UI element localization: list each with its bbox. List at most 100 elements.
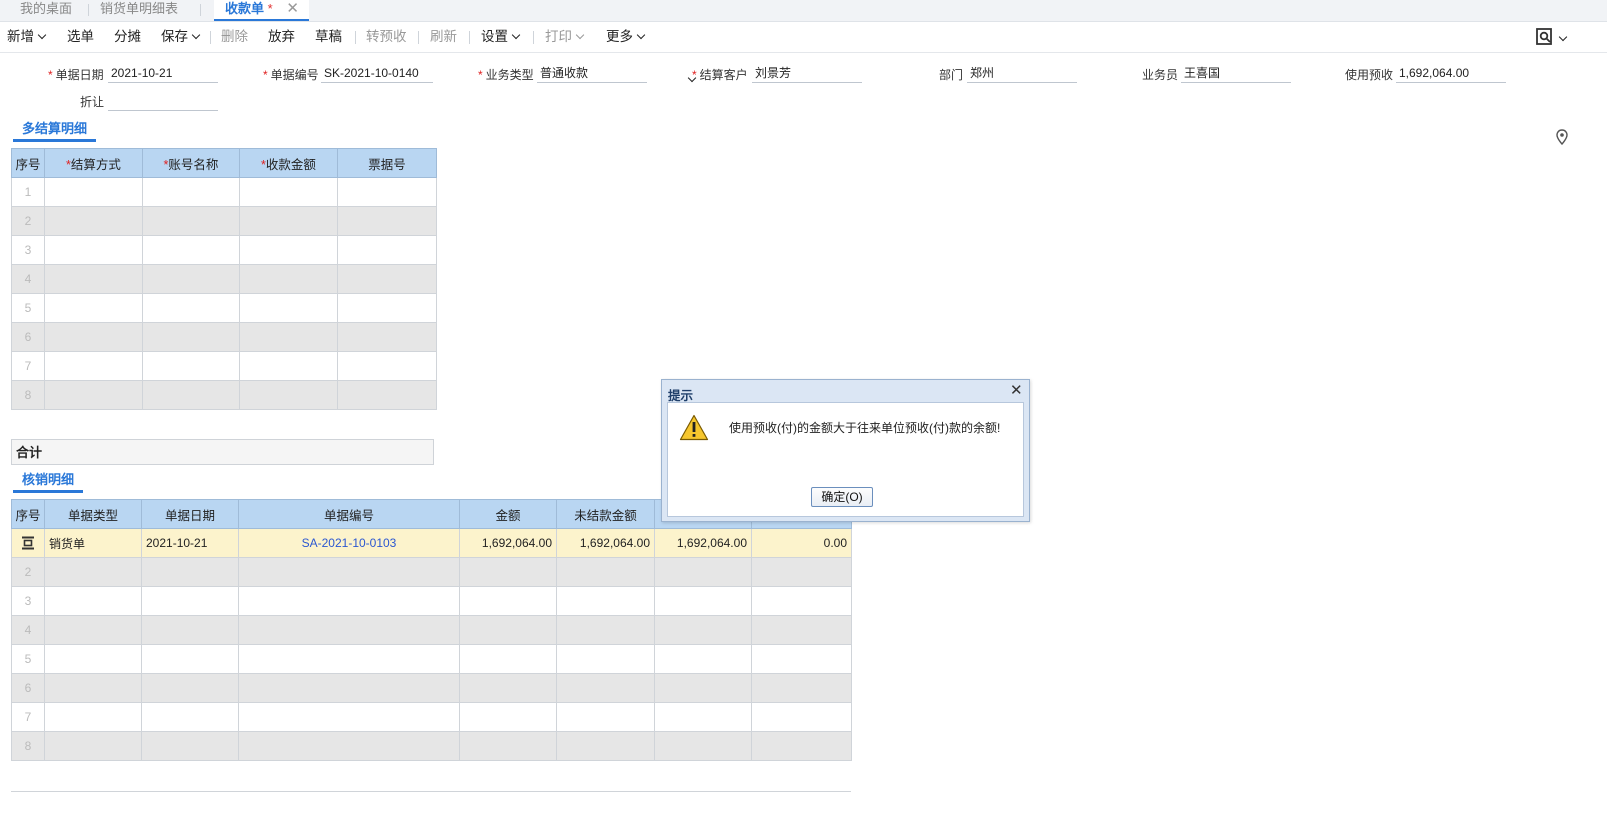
cell[interactable]	[337, 380, 437, 410]
date-field[interactable]: 2021-10-21	[108, 65, 218, 83]
divider	[11, 791, 851, 792]
cell[interactable]	[239, 351, 338, 381]
search-document-icon[interactable]	[1536, 28, 1556, 46]
row-number: 5	[11, 644, 45, 674]
cell[interactable]	[142, 322, 240, 352]
cell[interactable]	[337, 177, 437, 207]
table-row[interactable]: 3	[11, 586, 852, 616]
location-pin-icon[interactable]	[1556, 129, 1568, 148]
chevron-down-icon	[37, 30, 47, 40]
cell[interactable]	[44, 351, 143, 381]
table-header: 序号 *结算方式 *账号名称 *收款金额 票据号	[11, 148, 437, 178]
row-menu-icon[interactable]	[11, 528, 45, 558]
number-field[interactable]: SK-2021-10-0140	[321, 65, 433, 83]
cell[interactable]	[239, 235, 338, 265]
cell[interactable]	[44, 235, 143, 265]
column-header: *账号名称	[142, 148, 240, 178]
draft-button[interactable]: 草稿	[315, 28, 342, 46]
biztype-select[interactable]: 普通收款	[537, 65, 697, 83]
cell[interactable]	[337, 322, 437, 352]
cell[interactable]	[239, 380, 338, 410]
discard-button[interactable]: 放弃	[268, 28, 295, 46]
dept-field[interactable]: 郑州	[967, 65, 1077, 83]
row-number: 7	[11, 351, 45, 381]
tab-desktop[interactable]: 我的桌面	[20, 0, 72, 21]
save-button[interactable]: 保存	[161, 28, 201, 46]
table-row[interactable]: 销货单 2021-10-21 SA-2021-10-0103 1,692,064…	[11, 528, 852, 558]
ok-button[interactable]: 确定(O)	[811, 487, 873, 507]
cell[interactable]	[239, 264, 338, 294]
cell[interactable]	[142, 264, 240, 294]
cell[interactable]	[239, 322, 338, 352]
table-row[interactable]: 3	[11, 235, 437, 265]
cell[interactable]	[44, 380, 143, 410]
table-row[interactable]: 8	[11, 380, 437, 410]
more-button[interactable]: 更多	[606, 28, 646, 46]
cell[interactable]	[142, 177, 240, 207]
doc-number-link[interactable]: SA-2021-10-0103	[238, 528, 460, 558]
row-number: 3	[11, 235, 45, 265]
allocate-button[interactable]: 分摊	[114, 28, 141, 46]
table-row[interactable]: 6	[11, 673, 852, 703]
customer-field[interactable]: 刘景芳	[752, 65, 862, 83]
tab-sales-detail[interactable]: 销货单明细表	[100, 0, 178, 21]
doc-type-cell[interactable]: 销货单	[44, 528, 142, 558]
settlement-section-title[interactable]: 多结算明细	[13, 120, 97, 142]
cell[interactable]	[239, 293, 338, 323]
table-row[interactable]: 7	[11, 351, 437, 381]
cell[interactable]	[239, 206, 338, 236]
chevron-down-icon[interactable]	[1558, 32, 1568, 46]
cell[interactable]	[337, 264, 437, 294]
new-button[interactable]: 新增	[7, 28, 47, 46]
print-button[interactable]: 打印	[545, 28, 585, 46]
table-row[interactable]: 2	[11, 206, 437, 236]
cell[interactable]	[44, 322, 143, 352]
close-icon[interactable]: ✕	[286, 0, 299, 17]
amount-cell[interactable]: 1,692,064.00	[459, 528, 557, 558]
cell[interactable]	[44, 264, 143, 294]
doc-date-cell[interactable]: 2021-10-21	[141, 528, 239, 558]
tab-receipt[interactable]: 收款单 * ✕	[214, 0, 309, 21]
cell[interactable]	[142, 351, 240, 381]
cell[interactable]	[142, 235, 240, 265]
customer-label: * 结算客户	[692, 68, 748, 82]
refresh-button[interactable]: 刷新	[430, 28, 457, 46]
table-row[interactable]: 1	[11, 177, 437, 207]
dept-label: 部门	[939, 68, 964, 82]
table-row[interactable]: 2	[11, 557, 852, 587]
cell[interactable]	[142, 206, 240, 236]
toolbar: 新增 选单 分摊 保存 删除 放弃 草稿 转预收 刷新 设置 打印 更多	[0, 22, 1607, 53]
amount-cell[interactable]: 1,692,064.00	[654, 528, 752, 558]
table-row[interactable]: 4	[11, 264, 437, 294]
table-row[interactable]: 6	[11, 322, 437, 352]
cell[interactable]	[337, 206, 437, 236]
close-icon[interactable]: ✕	[1010, 381, 1023, 399]
table-row[interactable]: 4	[11, 615, 852, 645]
cell[interactable]	[337, 235, 437, 265]
cell[interactable]	[44, 206, 143, 236]
writeoff-section-title[interactable]: 核销明细	[13, 471, 84, 493]
select-order-button[interactable]: 选单	[67, 28, 94, 46]
cell[interactable]	[44, 293, 143, 323]
cell[interactable]	[142, 293, 240, 323]
delete-button[interactable]: 删除	[221, 28, 248, 46]
settings-button[interactable]: 设置	[481, 28, 521, 46]
cell[interactable]	[44, 177, 143, 207]
discount-field[interactable]	[108, 93, 218, 111]
column-header: 票据号	[337, 148, 437, 178]
salesman-field[interactable]: 王喜国	[1181, 65, 1291, 83]
table-row[interactable]: 8	[11, 731, 852, 761]
prepay-field[interactable]: 1,692,064.00	[1396, 65, 1506, 83]
toolbar-divider	[533, 31, 534, 44]
unsettled-cell[interactable]: 1,692,064.00	[556, 528, 655, 558]
cell[interactable]	[239, 177, 338, 207]
cell[interactable]	[142, 380, 240, 410]
table-row[interactable]: 5	[11, 644, 852, 674]
table-row[interactable]: 7	[11, 702, 852, 732]
amount-cell[interactable]: 0.00	[751, 528, 852, 558]
to-prepayment-button[interactable]: 转预收	[366, 28, 407, 46]
cell[interactable]	[337, 351, 437, 381]
table-row[interactable]: 5	[11, 293, 437, 323]
row-number: 2	[11, 206, 45, 236]
cell[interactable]	[337, 293, 437, 323]
